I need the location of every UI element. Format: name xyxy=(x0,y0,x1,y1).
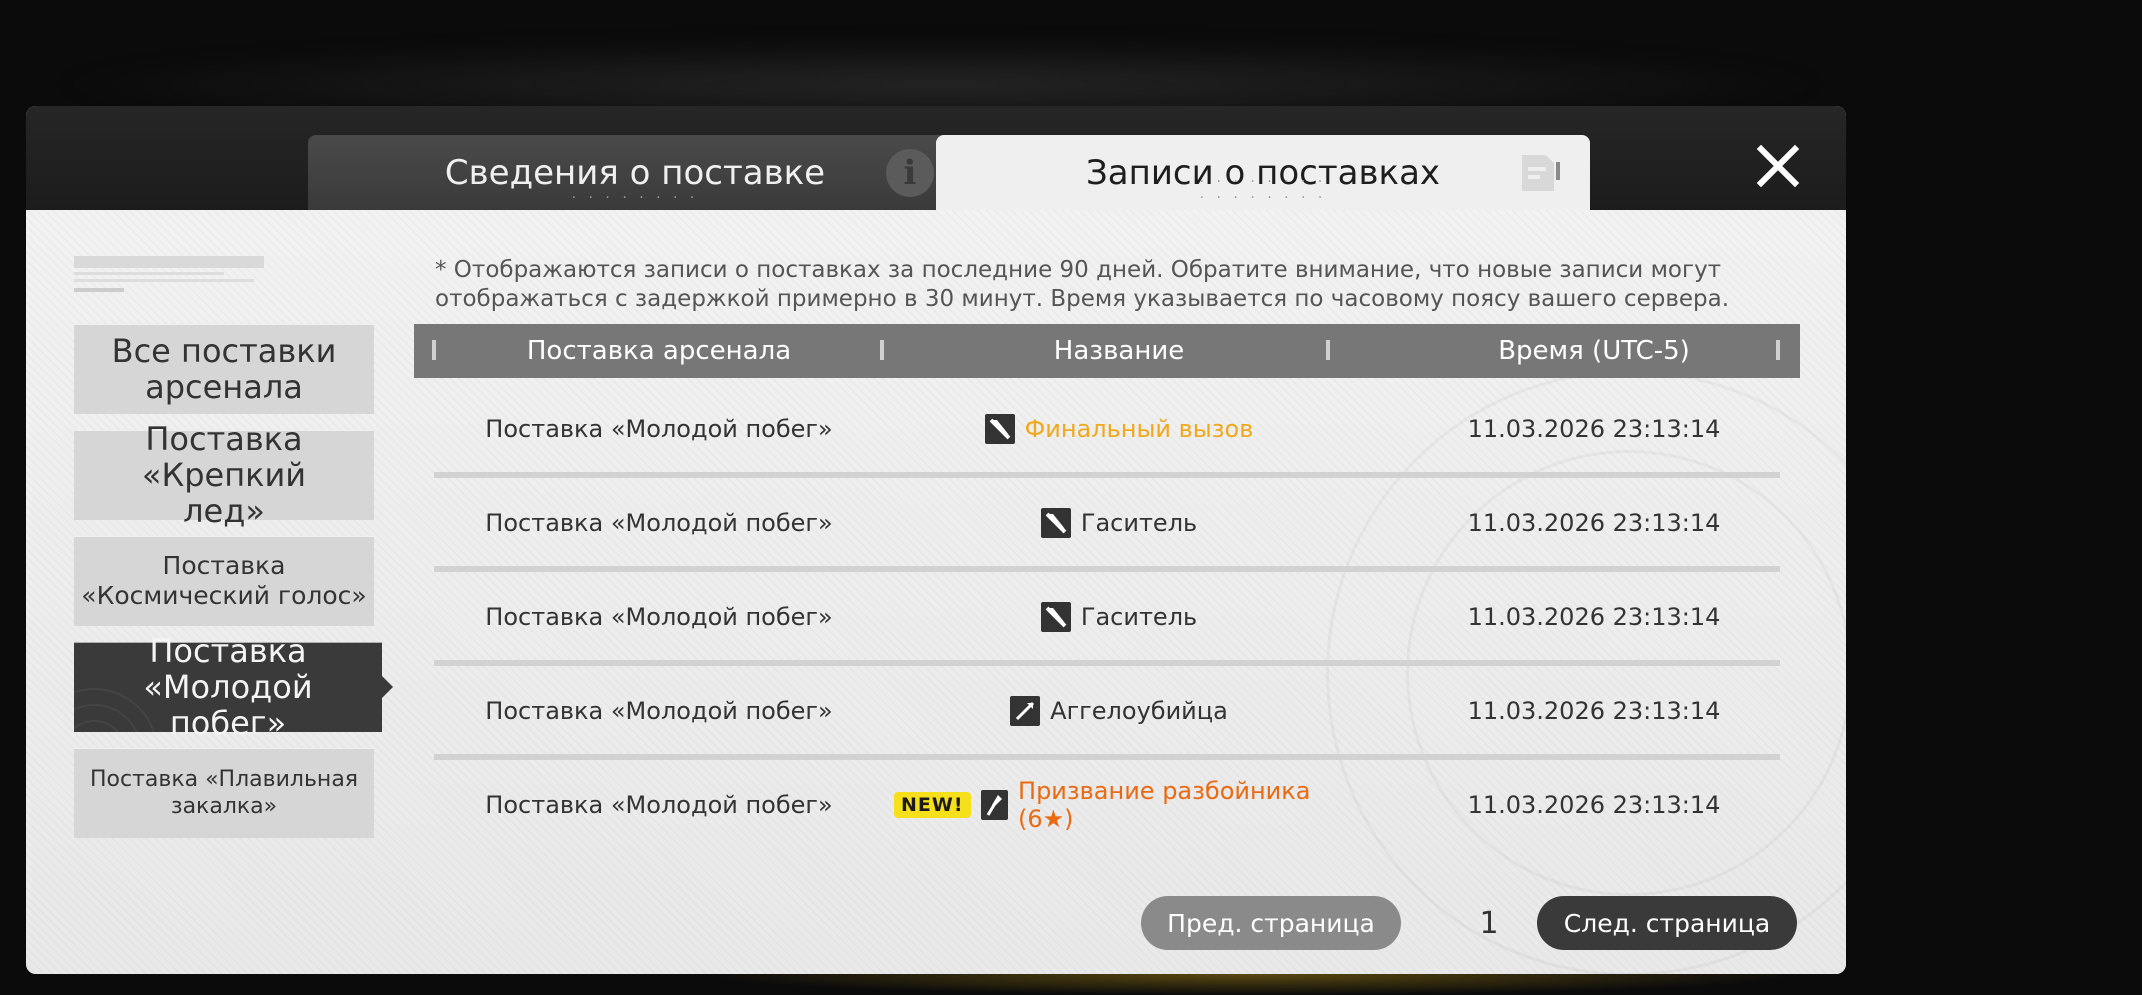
column-header-supply: Поставка арсенала xyxy=(526,336,792,366)
sidebar-item-melting-temper[interactable]: Поставка «Плавильная закалка» xyxy=(74,748,374,838)
header-separator xyxy=(880,340,884,360)
item-name: Гаситель xyxy=(1080,509,1198,537)
tab-supply-info-label: Сведения о поставке xyxy=(444,152,826,193)
close-icon xyxy=(1756,144,1800,188)
tab-dots: · · · · · · · · · · · · · · · · xyxy=(1199,174,1327,206)
table-row: Поставка «Молодой побег» Гаситель 11.03.… xyxy=(414,478,1800,572)
sidebar-item-cosmic-voice[interactable]: Поставка «Космический голос» xyxy=(74,536,374,626)
supply-cell: Поставка «Молодой побег» xyxy=(485,603,833,631)
weapon-icon xyxy=(1040,602,1071,632)
supply-records-modal: Сведения о поставке i · · · · · · · · За… xyxy=(26,106,1846,974)
supply-cell: Поставка «Молодой побег» xyxy=(485,791,833,819)
next-page-button[interactable]: След. страница xyxy=(1537,896,1797,950)
info-icon: i xyxy=(886,149,934,197)
tab-supply-records[interactable]: Записи о поставках · · · · · · · · · · · … xyxy=(936,135,1590,210)
weapon-icon xyxy=(1040,508,1071,538)
time-cell: 11.03.2026 23:13:14 xyxy=(1467,603,1721,631)
sidebar-item-label: Поставка «Космический голос» xyxy=(81,551,367,610)
sidebar-item-label: Поставка «Плавильная закалка» xyxy=(89,767,359,819)
name-cell: Гаситель xyxy=(894,572,1344,662)
sidebar-item-label: Все поставки арсенала xyxy=(111,332,337,406)
item-name: Аггелоубийца xyxy=(1050,697,1228,725)
column-header-name: Название xyxy=(1053,336,1185,366)
document-icon xyxy=(1514,149,1562,197)
weapon-icon xyxy=(984,414,1015,444)
item-name: Финальный вызов xyxy=(1024,415,1254,443)
column-header-time: Время (UTC-5) xyxy=(1498,336,1690,366)
name-cell: Аггелоубийца xyxy=(894,666,1344,756)
sidebar-item-label: Поставка «Молодой побег» xyxy=(143,632,313,742)
header-separator xyxy=(1326,340,1330,360)
weapon-icon xyxy=(1010,696,1041,726)
prev-page-button[interactable]: Пред. страница xyxy=(1141,896,1401,950)
supply-cell: Поставка «Молодой побег» xyxy=(485,415,833,443)
tab-supply-info[interactable]: Сведения о поставке i · · · · · · · · xyxy=(308,135,962,210)
table-row: Поставка «Молодой побег» Гаситель 11.03.… xyxy=(414,572,1800,666)
item-name: Гаситель xyxy=(1080,603,1198,631)
item-name: Призвание разбойника (6★) xyxy=(1018,777,1311,833)
sidebar-item-label: Поставка «Крепкий лед» xyxy=(141,420,307,530)
tab-separator xyxy=(1556,162,1560,180)
tab-dots: · · · · · · · · xyxy=(571,190,699,206)
sidebar-item-young-sprout[interactable]: Поставка «Молодой побег» xyxy=(74,633,393,741)
page-number: 1 xyxy=(1479,905,1499,941)
supply-cell: Поставка «Молодой побег» xyxy=(485,509,833,537)
time-cell: 11.03.2026 23:13:14 xyxy=(1467,697,1721,725)
header-separator xyxy=(1776,340,1780,360)
name-cell: NEW! Призвание разбойника (6★) xyxy=(894,760,1344,850)
notice-text: * Отображаются записи о поставках за пос… xyxy=(435,257,1730,312)
time-cell: 11.03.2026 23:13:14 xyxy=(1467,509,1721,537)
table-row: Поставка «Молодой побег» NEW! Призвание … xyxy=(414,760,1800,854)
close-button[interactable] xyxy=(1756,144,1800,188)
time-cell: 11.03.2026 23:13:14 xyxy=(1467,415,1721,443)
weapon-icon xyxy=(980,790,1009,820)
new-badge: NEW! xyxy=(894,792,971,818)
sidebar-item-strong-ice[interactable]: Поставка «Крепкий лед» xyxy=(74,421,374,529)
logo xyxy=(72,254,268,298)
name-cell: Финальный вызов xyxy=(894,384,1344,474)
table-header: Поставка арсенала Название Время (UTC-5) xyxy=(414,324,1800,378)
name-cell: Гаситель xyxy=(894,478,1344,568)
sidebar-item-all-supplies[interactable]: Все поставки арсенала xyxy=(74,324,374,414)
supply-cell: Поставка «Молодой побег» xyxy=(485,697,833,725)
table-row: Поставка «Молодой побег» Финальный вызов… xyxy=(414,384,1800,478)
time-cell: 11.03.2026 23:13:14 xyxy=(1467,791,1721,819)
table-row: Поставка «Молодой побег» Аггелоубийца 11… xyxy=(414,666,1800,760)
